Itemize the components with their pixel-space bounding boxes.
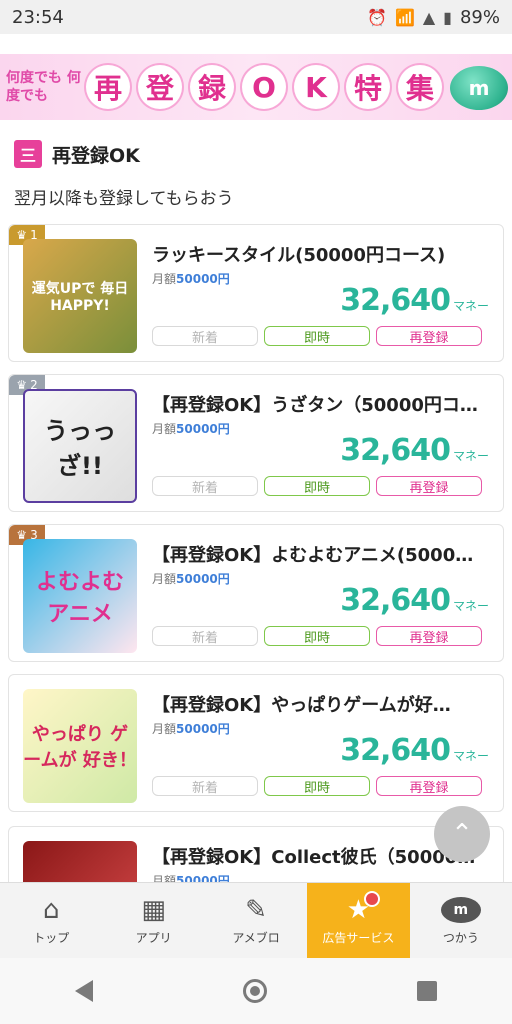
- banner-subtitle: 何度でも 何度でも: [6, 70, 81, 104]
- tag-reregister: 再登録: [376, 626, 482, 646]
- back-icon[interactable]: [75, 980, 93, 1002]
- tag-new: 新着: [152, 476, 258, 496]
- offer-reward: 32,640 マネー: [340, 583, 489, 618]
- notification-dot: [363, 891, 380, 907]
- banner-char: K: [294, 65, 338, 109]
- banner-char: 登: [138, 65, 182, 109]
- list-icon: 三: [14, 140, 42, 168]
- offer-price: 月額50000円: [152, 272, 230, 286]
- tab-use[interactable]: m つかう: [410, 883, 512, 959]
- tab-label: アプリ: [135, 930, 172, 945]
- offer-price: 月額50000円: [152, 572, 230, 586]
- offer-title: 【再登録OK】うざタン（50000円コ…: [152, 395, 478, 416]
- pen-icon: ✎: [245, 894, 267, 925]
- tab-top[interactable]: ⌂ トップ: [0, 883, 102, 959]
- offer-title: 【再登録OK】やっぱりゲームが好…: [152, 695, 451, 716]
- coin-icon: m: [440, 896, 481, 923]
- tab-label: つかう: [442, 930, 479, 945]
- offer-tags: 新着 即時 再登録: [152, 626, 482, 646]
- home-button-icon[interactable]: [243, 979, 267, 1003]
- tab-label: トップ: [33, 930, 70, 945]
- offer-card[interactable]: やっぱり ゲームが 好き！ 【再登録OK】やっぱりゲームが好… 月額50000円…: [8, 674, 504, 812]
- offer-thumbnail: やっぱり ゲームが 好き！: [23, 689, 137, 803]
- tab-apps[interactable]: ▦ アプリ: [102, 883, 204, 959]
- chevron-up-icon: ⌃: [451, 819, 473, 849]
- battery-icon: ▮: [443, 7, 452, 27]
- tag-instant: 即時: [264, 326, 370, 346]
- offer-thumbnail: よむよむ アニメ: [23, 539, 137, 653]
- offer-card[interactable]: ♛ 3 よむよむ アニメ 【再登録OK】よむよむアニメ(5000… 月額50000…: [8, 524, 504, 662]
- offer-tags: 新着 即時 再登録: [152, 476, 482, 496]
- banner-char: 特: [346, 65, 390, 109]
- offer-reward: 32,640 マネー: [340, 733, 489, 768]
- offer-tags: 新着 即時 再登録: [152, 776, 482, 796]
- tab-label: アメブロ: [232, 930, 280, 945]
- alarm-icon: ⏰: [367, 7, 387, 27]
- offer-reward: 32,640 マネー: [340, 433, 489, 468]
- tab-ad-service[interactable]: ★ 広告サービス: [307, 883, 410, 959]
- offer-card[interactable]: ♛ 1 運気UPで 毎日HAPPY! ラッキースタイル(50000円コース) 月額…: [8, 224, 504, 362]
- tag-instant: 即時: [264, 776, 370, 796]
- section-title: 再登録OK: [52, 144, 140, 167]
- system-nav-bar: [0, 958, 512, 1024]
- tag-new: 新着: [152, 326, 258, 346]
- status-bar: 23:54 ⏰ 📶 ▲ ▮ 89%: [0, 0, 512, 34]
- signal-icon: ▲: [422, 7, 436, 27]
- offer-card[interactable]: ♛ 2 うっっざ!! 【再登録OK】うざタン（50000円コ… 月額50000円 …: [8, 374, 504, 512]
- coin-icon: m: [450, 66, 508, 110]
- offer-title: ラッキースタイル(50000円コース): [152, 245, 446, 266]
- wifi-icon: 📶: [394, 7, 415, 27]
- offer-tags: 新着 即時 再登録: [152, 326, 482, 346]
- status-time: 23:54: [12, 6, 64, 28]
- banner-char: 再: [86, 65, 130, 109]
- offer-thumbnail: うっっざ!!: [23, 389, 137, 503]
- header-gap: [0, 34, 512, 54]
- banner-char: 集: [398, 65, 442, 109]
- tab-label: 広告サービス: [322, 930, 395, 945]
- tag-reregister: 再登録: [376, 326, 482, 346]
- scroll-to-top-button[interactable]: ⌃: [434, 806, 490, 862]
- home-icon: ⌂: [42, 894, 60, 925]
- status-icons: ⏰ 📶 ▲ ▮ 89%: [367, 7, 500, 28]
- tag-new: 新着: [152, 626, 258, 646]
- tag-instant: 即時: [264, 626, 370, 646]
- offer-price: 月額50000円: [152, 722, 230, 736]
- offer-thumbnail: 運気UPで 毎日HAPPY!: [23, 239, 137, 353]
- tag-reregister: 再登録: [376, 776, 482, 796]
- tag-reregister: 再登録: [376, 476, 482, 496]
- banner-title: 再 登 録 O K 特 集: [86, 65, 442, 109]
- tag-instant: 即時: [264, 476, 370, 496]
- offer-title: 【再登録OK】よむよむアニメ(5000…: [152, 545, 474, 566]
- battery-percent: 89%: [459, 6, 500, 28]
- section-header: 三 再登録OK: [14, 140, 140, 168]
- grid-icon: ▦: [141, 894, 166, 925]
- tab-ameblo[interactable]: ✎ アメブロ: [205, 883, 307, 959]
- promo-banner[interactable]: 何度でも 何度でも 再 登 録 O K 特 集 m: [0, 54, 512, 120]
- offer-price: 月額50000円: [152, 422, 230, 436]
- recent-apps-icon[interactable]: [417, 981, 437, 1001]
- banner-char: 録: [190, 65, 234, 109]
- banner-char: O: [242, 65, 286, 109]
- tag-new: 新着: [152, 776, 258, 796]
- offer-reward: 32,640 マネー: [340, 283, 489, 318]
- section-subtitle: 翌月以降も登録してもらおう: [14, 189, 234, 209]
- bottom-tab-bar: ⌂ トップ ▦ アプリ ✎ アメブロ ★ 広告サービス m つかう: [0, 882, 512, 959]
